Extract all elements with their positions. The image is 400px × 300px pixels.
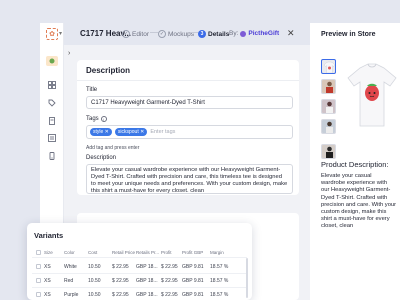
check-icon: ✓ [158,30,166,38]
column-header[interactable]: Retails Pr... [136,250,159,255]
step-separator [190,32,198,33]
divider [77,80,299,81]
chevron-down-icon[interactable]: ▾ [59,30,62,37]
column-header[interactable]: Profit [161,250,172,255]
step-label: Editor [132,30,149,38]
column-header[interactable]: Profit GBP [182,250,203,255]
variants-scrollbar[interactable] [246,258,248,298]
grid-icon[interactable] [46,80,58,90]
description-textarea[interactable]: Elevate your casual wardrobe experience … [86,164,293,194]
cell-size: XS [44,264,51,270]
cell-profit: $ 22.95 [161,264,178,270]
tag-chip[interactable]: sickspout ✕ [114,128,148,136]
step-number: 3 [198,30,206,38]
tag-hint: Add tag and press enter [86,145,140,151]
cell-color: Purple [64,292,79,298]
variants-title: Variants [34,231,64,240]
preview-thumb-model1[interactable] [321,79,336,94]
tag-chip-label: sickspout [117,129,139,135]
tag-placeholder: Enter tags [150,129,176,135]
product-description-title: Product Description: [321,160,389,169]
column-header[interactable]: Margin [210,250,224,255]
cell-cost: 10.50 [88,264,101,270]
tags-label-row: Tags i [86,116,107,122]
tags-input[interactable]: style ✕ sickspout ✕ Enter tags [86,125,293,139]
product-description-text: Elevate your casual wardrobe experience … [321,173,397,230]
cell-margin: 18.57 % [210,278,229,284]
step-separator [150,32,158,33]
cell-profit: $ 22.95 [161,292,178,298]
tag-icon[interactable] [46,98,58,108]
seller-info: By: PicthеGift [229,30,279,37]
column-header[interactable]: Cost [88,250,97,255]
row-checkbox[interactable] [36,278,41,283]
row-divider [32,257,247,258]
step-details[interactable]: 3 Details [198,30,229,38]
description-label: Description [86,155,117,161]
preview-thumb-model4[interactable] [321,144,336,159]
cell-retail-gbp[interactable]: GBP 18... [136,292,158,298]
by-label: By: [229,30,239,37]
tags-label: Tags [86,116,99,122]
title-label: Title [86,87,98,93]
remove-tag-icon[interactable]: ✕ [140,129,144,135]
preview-thumb-white[interactable] [321,59,336,74]
list-icon[interactable] [46,133,58,143]
seller-name[interactable]: PicthеGift [248,30,279,37]
cell-retail[interactable]: $ 22.95 [112,278,129,284]
cell-cost: 10.50 [88,278,101,284]
column-header[interactable]: Color [64,250,75,255]
column-header[interactable]: Retail Price [112,250,135,255]
check-icon: ✓ [122,30,130,38]
info-icon[interactable]: i [100,116,107,122]
tag-chip[interactable]: style ✕ [90,128,112,136]
preview-thumb-model2[interactable] [321,99,336,114]
tshirt-preview-image [344,63,400,128]
cell-retail[interactable]: $ 22.95 [112,264,129,270]
cell-size: XS [44,278,51,284]
step-label: Details [208,30,230,38]
title-input[interactable]: C1717 Heavyweight Garment-Dyed T-Shirt [86,96,293,109]
step-mockups[interactable]: ✓ Mockups [158,30,194,38]
section-title: Description [86,66,131,75]
chevron-right-icon[interactable]: › [68,50,70,57]
close-icon[interactable]: ✕ [287,28,295,39]
seller-avatar-icon [240,30,247,37]
row-checkbox[interactable] [36,292,41,297]
column-header[interactable]: Size [44,250,53,255]
phone-icon[interactable] [46,151,58,161]
document-icon[interactable] [46,116,58,126]
cell-retail-gbp[interactable]: GBP 18... [136,278,158,284]
cell-cost: 10.50 [88,292,101,298]
cell-color: White [64,264,77,270]
tag-chip-label: style [93,129,104,135]
cell-profit-gbp: GBP 9.81 [182,278,204,284]
preview-title: Preview in Store [321,31,376,38]
cell-margin: 18.57 % [210,264,229,270]
cell-profit-gbp: GBP 9.81 [182,292,204,298]
row-divider [32,287,247,288]
brand-logo-icon[interactable]: ✿ [46,28,58,40]
product-thumb-icon[interactable] [46,56,58,66]
cell-profit-gbp: GBP 9.81 [182,264,204,270]
remove-tag-icon[interactable]: ✕ [105,129,109,135]
cell-retail[interactable]: $ 22.95 [112,292,129,298]
cell-profit: $ 22.95 [161,278,178,284]
step-editor[interactable]: ✓ Editor [122,30,149,38]
cell-retail-gbp[interactable]: GBP 18... [136,264,158,270]
cell-color: Red [64,278,74,284]
select-all-checkbox[interactable] [36,250,41,255]
row-checkbox[interactable] [36,264,41,269]
cell-margin: 18.57 % [210,292,229,298]
row-divider [32,273,247,274]
cell-size: XS [44,292,51,298]
preview-thumb-model3[interactable] [321,119,336,134]
